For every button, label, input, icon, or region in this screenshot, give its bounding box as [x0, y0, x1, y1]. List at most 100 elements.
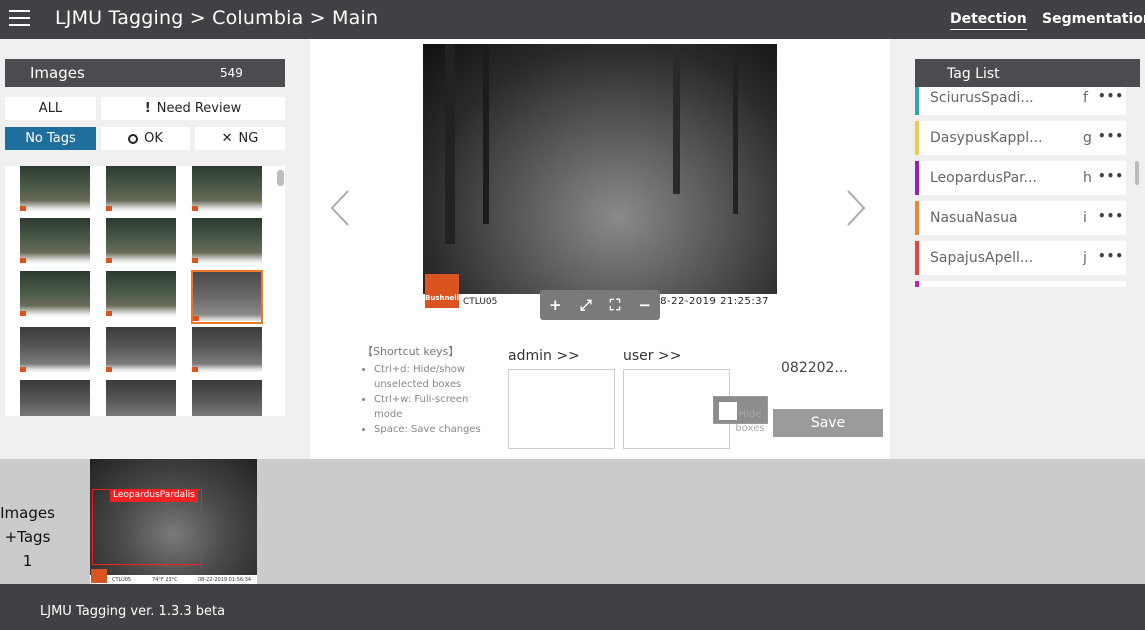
- tag-name: LeopardusPar...: [930, 170, 1037, 186]
- filter-ng-button[interactable]: ✕ NG: [195, 127, 285, 150]
- tag-shortcut-key: h: [1083, 170, 1092, 186]
- tag-panel: Tag List SciurusSpadi... f ••• DasypusKa…: [890, 39, 1145, 459]
- images-count: 549: [220, 66, 243, 80]
- fullscreen-icon[interactable]: ⛶: [610, 296, 621, 314]
- x-icon: ✕: [221, 131, 233, 146]
- image-thumbnail[interactable]: [20, 380, 90, 416]
- image-thumbnail[interactable]: [20, 327, 90, 373]
- image-thumbnail[interactable]: [192, 218, 262, 264]
- images-title: Images: [30, 64, 85, 82]
- image-thumbnail[interactable]: [20, 271, 90, 317]
- more-options-icon[interactable]: •••: [1098, 209, 1124, 223]
- image-thumbnail[interactable]: [192, 166, 262, 212]
- filter-need-review-button[interactable]: ! Need Review: [101, 97, 285, 120]
- shortcut-item: Space: Save changes: [374, 422, 492, 437]
- tag-list: SciurusSpadi... f ••• DasypusKappl... g …: [915, 87, 1126, 287]
- tag-list-scrollbar[interactable]: [1135, 161, 1139, 185]
- filter-ok-button[interactable]: OK: [101, 127, 190, 150]
- tagged-images-strip: Images +Tags 1 LeopardusPardalis CTLU05 …: [0, 459, 1145, 584]
- version-label: LJMU Tagging ver. 1.3.3 beta: [40, 604, 226, 619]
- image-thumbnail[interactable]: [106, 380, 176, 416]
- tagged-image-thumbnail[interactable]: LeopardusPardalis CTLU05 74°F 23°C 08-22…: [90, 459, 257, 584]
- tag-item[interactable]: SapajusApell... j •••: [915, 241, 1126, 275]
- admin-notes-field[interactable]: [508, 369, 615, 449]
- image-thumbnail[interactable]: [106, 218, 176, 264]
- shortcut-item: Ctrl+d: Hide/show unselected boxes: [374, 362, 492, 392]
- tag-item[interactable]: SciurusSpadi... f •••: [915, 87, 1126, 115]
- tag-name: DasypusKappl...: [930, 130, 1043, 146]
- more-options-icon[interactable]: •••: [1098, 169, 1124, 183]
- tree-trunk: [483, 44, 489, 224]
- fit-icon[interactable]: ⤢: [580, 296, 592, 314]
- more-options-icon[interactable]: •••: [1098, 89, 1124, 103]
- breadcrumb-title: LJMU Tagging > Columbia > Main: [55, 7, 379, 29]
- tag-shortcut-key: i: [1083, 210, 1087, 226]
- shortcut-help: 【Shortcut keys】 Ctrl+d: Hide/show unsele…: [362, 344, 492, 437]
- tag-name: SciurusSpadi...: [930, 90, 1034, 106]
- tag-color-bar: [915, 87, 919, 115]
- tree-trunk: [673, 44, 680, 194]
- tag-list-title: Tag List: [947, 66, 1000, 82]
- filter-ok-label: OK: [144, 131, 163, 146]
- shortcut-title: 【Shortcut keys】: [362, 345, 460, 358]
- image-thumbnail[interactable]: [192, 380, 262, 416]
- more-options-icon[interactable]: •••: [1098, 249, 1124, 263]
- tag-name: NasuaNasua: [930, 210, 1018, 226]
- tag-item[interactable]: LeopardusPar... h •••: [915, 161, 1126, 195]
- thumbnail-grid: [5, 166, 285, 416]
- shortcut-item: Ctrl+w: Full-screen mode: [374, 392, 492, 422]
- hide-boxes-label: Hide boxes: [735, 409, 765, 434]
- save-button[interactable]: Save: [773, 409, 883, 437]
- thumb-timestamp: 08-22-2019 01:56:34: [198, 577, 252, 583]
- tag-color-bar: [915, 281, 919, 287]
- camera-id: CTLU05: [463, 297, 498, 307]
- exclamation-icon: !: [144, 101, 151, 116]
- zoom-out-icon[interactable]: −: [638, 296, 651, 314]
- circle-icon: [128, 133, 139, 144]
- tag-shortcut-key: j: [1083, 250, 1087, 266]
- image-thumbnail[interactable]: [106, 271, 176, 317]
- filter-need-review-label: Need Review: [156, 101, 242, 116]
- image-thumbnail[interactable]: [192, 327, 262, 373]
- filter-ng-label: NG: [238, 131, 259, 146]
- admin-notes-label: admin >>: [508, 348, 580, 364]
- main-image[interactable]: Bushnell CTLU05 08-22-2019 21:25:37: [423, 44, 777, 310]
- user-notes-label: user >>: [623, 348, 682, 364]
- more-options-icon[interactable]: •••: [1098, 129, 1124, 143]
- bounding-box-label: LeopardusPardalis: [110, 489, 198, 502]
- tag-name: SapajusApell...: [930, 250, 1034, 266]
- tag-item[interactable]: NasuaNasua i •••: [915, 201, 1126, 235]
- image-thumbnail[interactable]: [106, 166, 176, 212]
- tag-item[interactable]: DasypusKappl... g •••: [915, 121, 1126, 155]
- filter-all-button[interactable]: ALL: [5, 97, 96, 120]
- tag-list-header: Tag List: [915, 59, 1140, 87]
- top-bar: LJMU Tagging > Columbia > Main Detection…: [0, 0, 1145, 39]
- tree-trunk: [733, 44, 738, 214]
- filter-no-tags-button[interactable]: No Tags: [5, 127, 96, 150]
- images-header: Images 549: [5, 59, 285, 87]
- bushnell-logo: Bushnell: [425, 274, 459, 308]
- images-panel: Images 549 ALL ! Need Review No Tags OK …: [0, 39, 310, 459]
- tag-item[interactable]: [915, 281, 1126, 287]
- tag-shortcut-key: f: [1083, 90, 1088, 106]
- tab-segmentation[interactable]: Segmentation: [1042, 11, 1145, 27]
- previous-arrow-icon[interactable]: [329, 189, 351, 227]
- image-thumbnail[interactable]: [20, 166, 90, 212]
- tag-color-bar: [915, 241, 919, 275]
- zoom-in-icon[interactable]: +: [549, 296, 562, 314]
- tab-detection[interactable]: Detection: [950, 11, 1027, 30]
- tagged-images-label: Images +Tags 1: [0, 504, 55, 570]
- next-arrow-icon[interactable]: [845, 189, 867, 227]
- bushnell-logo: [91, 569, 107, 583]
- zoom-toolbar: + ⤢ ⛶ −: [540, 290, 660, 320]
- filter-all-label: ALL: [38, 101, 63, 116]
- tag-color-bar: [915, 121, 919, 155]
- tag-color-bar: [915, 201, 919, 235]
- thumb-temperature: 74°F 23°C: [152, 577, 178, 583]
- image-thumbnail[interactable]: [20, 218, 90, 264]
- thumbnail-scrollbar[interactable]: [277, 170, 284, 186]
- capture-timestamp: 08-22-2019 21:25:37: [653, 296, 769, 307]
- image-thumbnail[interactable]: [106, 327, 176, 373]
- image-thumbnail-selected[interactable]: [191, 270, 263, 324]
- menu-icon[interactable]: [9, 10, 30, 28]
